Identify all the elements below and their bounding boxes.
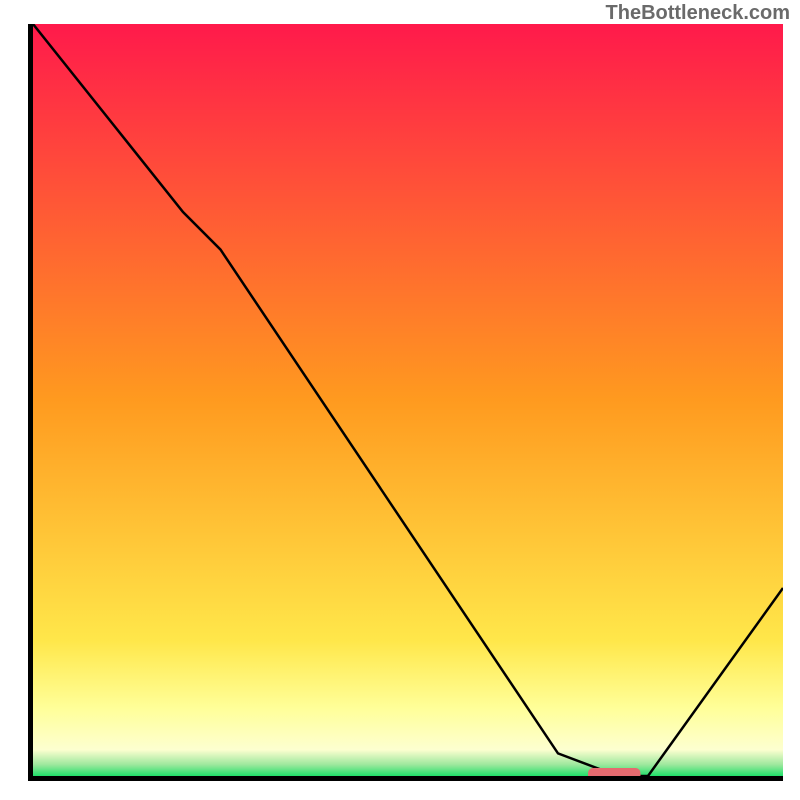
chart-svg [33,24,783,776]
plot-area [28,24,783,781]
gradient-rect [33,24,783,776]
watermark-text: TheBottleneck.com [606,2,790,25]
marker-pill [588,768,641,776]
